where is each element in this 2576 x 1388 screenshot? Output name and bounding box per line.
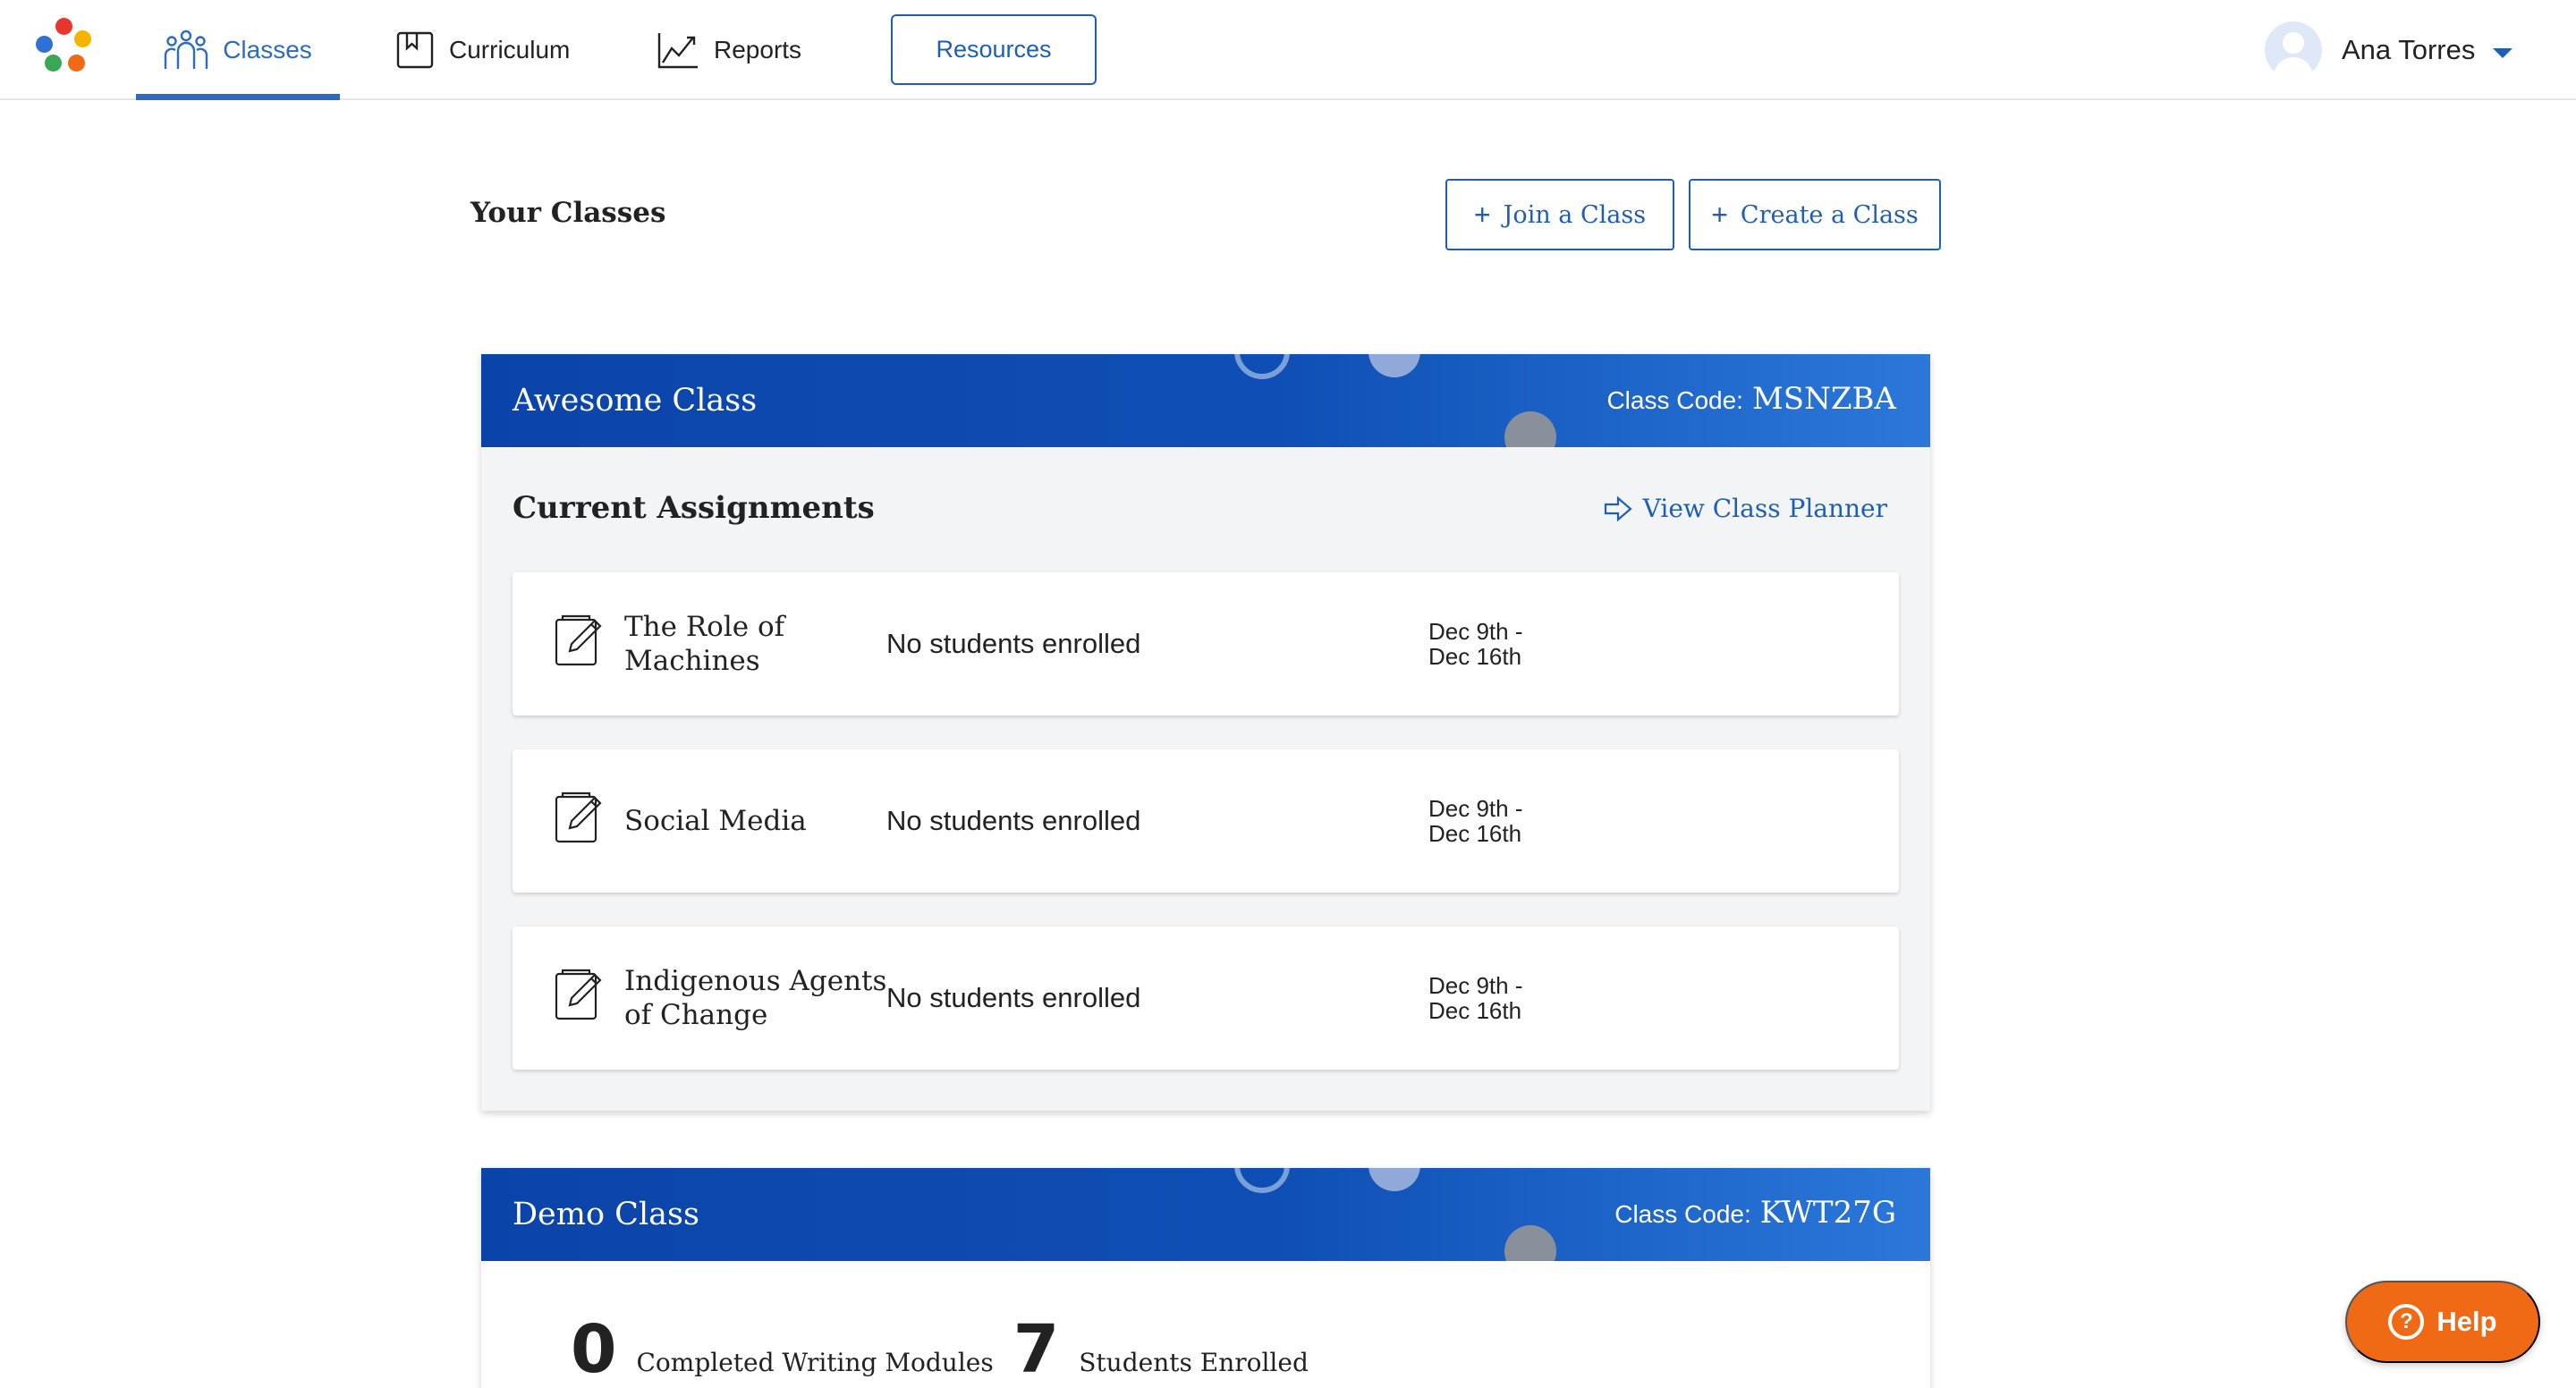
help-label: Help (2436, 1306, 2497, 1337)
students-enrolled-count: 7 (1013, 1311, 1060, 1388)
class-code-label: Class Code: (1614, 1200, 1751, 1228)
plus-icon: + (1473, 198, 1491, 231)
plus-icon: + (1711, 198, 1728, 231)
assignment-row[interactable]: Social Media No students enrolled Dec 9t… (513, 749, 1899, 893)
create-class-label: Create a Class (1740, 200, 1919, 229)
assignment-row[interactable]: Indigenous Agents of Change No students … (513, 927, 1899, 1070)
class-name: Awesome Class (513, 383, 758, 419)
class-code-label: Class Code: (1606, 386, 1743, 414)
decorative-dot (1504, 411, 1556, 447)
view-class-planner-link[interactable]: View Class Planner (1604, 494, 1887, 523)
section-title: Current Assignments (513, 490, 875, 526)
page-title: Your Classes (470, 197, 666, 229)
assignment-dates: Dec 9th - Dec 16th (1428, 619, 1523, 669)
class-stats: 0 Completed Writing Modules 7 Students E… (571, 1311, 1328, 1388)
assignment-dates: Dec 9th - Dec 16th (1428, 973, 1523, 1023)
class-banner[interactable]: Demo Class Class Code: KWT27G (481, 1168, 1930, 1261)
assignment-dates: Dec 9th - Dec 16th (1428, 796, 1523, 846)
class-name: Demo Class (513, 1197, 699, 1232)
create-class-button[interactable]: + Create a Class (1689, 179, 1941, 250)
join-class-label: Join a Class (1503, 200, 1647, 229)
nav-tab-classes[interactable]: Classes (136, 0, 340, 100)
nav-tab-label: Curriculum (449, 36, 571, 63)
top-nav: Classes Curriculum Reports Resources Ana… (0, 0, 2576, 100)
assignment-title: The Role of Machines (624, 611, 785, 677)
decorative-dot (1504, 1225, 1556, 1261)
decorative-ring (1234, 354, 1290, 379)
assignment-start-date: Dec 9th - (1428, 972, 1523, 999)
assignment-end-date: Dec 16th (1428, 820, 1522, 847)
assignment-end-date: Dec 16th (1428, 997, 1522, 1024)
class-code: Class Code: MSNZBA (1606, 381, 1896, 417)
assignment-status: No students enrolled (886, 628, 1141, 659)
completed-modules-count: 0 (571, 1311, 617, 1388)
arrow-right-outline-icon (1604, 495, 1632, 521)
dots-logo-icon[interactable] (36, 18, 93, 75)
decorative-dot (1368, 1168, 1420, 1191)
edit-document-icon (555, 791, 602, 843)
assignment-end-date: Dec 16th (1428, 643, 1522, 670)
completed-modules-label: Completed Writing Modules (636, 1348, 994, 1377)
class-card: Demo Class Class Code: KWT27G 0 Complete… (481, 1168, 1930, 1388)
assignment-title: Social Media (624, 805, 807, 837)
assignment-status: No students enrolled (886, 805, 1141, 836)
user-name: Ana Torres (2342, 34, 2476, 65)
class-code-value: MSNZBA (1751, 381, 1896, 417)
resources-button[interactable]: Resources (891, 14, 1097, 85)
nav-tab-label: Reports (714, 36, 802, 63)
class-code-value: KWT27G (1759, 1195, 1896, 1231)
user-avatar-icon (2265, 21, 2322, 79)
help-button[interactable]: ? Help (2345, 1281, 2540, 1363)
join-class-button[interactable]: + Join a Class (1445, 179, 1674, 250)
assignment-status: No students enrolled (886, 982, 1141, 1013)
decorative-dot (1368, 354, 1420, 377)
nav-tab-label: Classes (223, 36, 312, 63)
class-banner[interactable]: Awesome Class Class Code: MSNZBA (481, 354, 1930, 447)
people-icon (165, 30, 208, 69)
nav-tab-curriculum[interactable]: Curriculum (395, 0, 570, 100)
decorative-ring (1234, 1168, 1290, 1193)
edit-document-icon (555, 969, 602, 1020)
line-chart-icon (657, 33, 698, 69)
question-circle-icon: ? (2388, 1304, 2425, 1340)
bookmark-icon (396, 31, 434, 69)
students-enrolled-label: Students Enrolled (1079, 1348, 1309, 1377)
assignment-start-date: Dec 9th - (1428, 618, 1523, 645)
assignment-title: Indigenous Agents of Change (624, 965, 887, 1031)
edit-document-icon (555, 614, 602, 666)
assignment-row[interactable]: The Role of Machines No students enrolle… (513, 572, 1899, 715)
assignment-start-date: Dec 9th - (1428, 795, 1523, 822)
class-code: Class Code: KWT27G (1614, 1195, 1896, 1231)
nav-tab-reports[interactable]: Reports (657, 0, 801, 100)
view-class-planner-label: View Class Planner (1642, 494, 1887, 523)
class-card: Awesome Class Class Code: MSNZBA Current… (481, 354, 1930, 1111)
caret-down-icon[interactable] (2493, 47, 2513, 58)
user-menu[interactable]: Ana Torres (2265, 20, 2513, 80)
